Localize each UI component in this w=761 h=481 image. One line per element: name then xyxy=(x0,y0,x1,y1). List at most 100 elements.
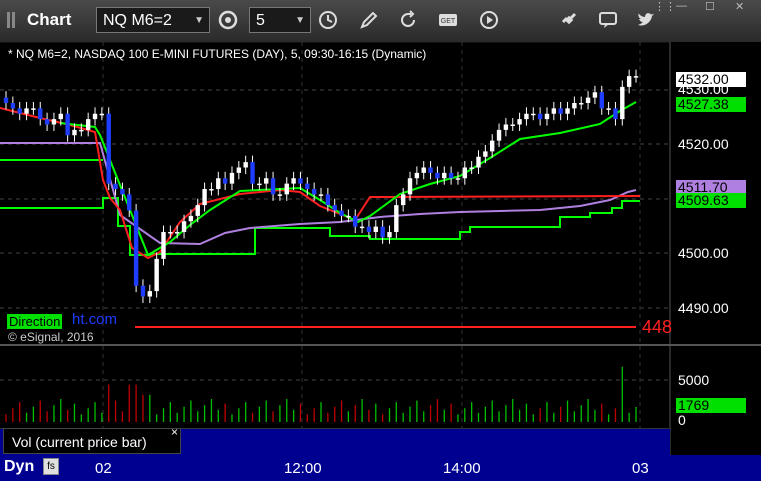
candle-body xyxy=(448,172,454,179)
symbol-combobox[interactable]: NQ M6=2 ▼ xyxy=(96,7,210,33)
link-icon[interactable] xyxy=(557,8,581,32)
candle-body xyxy=(195,205,200,216)
candle-body xyxy=(394,205,399,232)
candle-body xyxy=(633,76,639,78)
candle-body xyxy=(496,129,502,141)
toolbar: Chart NQ M6=2 ▼ 5 ▼ GET ⋮⋮ — ☐ ✕ xyxy=(0,0,761,43)
candle-body xyxy=(216,178,221,189)
candle-body xyxy=(229,172,235,184)
candle-body xyxy=(305,183,310,189)
minimize-icon[interactable]: — xyxy=(676,0,687,14)
candle-body xyxy=(264,178,269,184)
candle-body xyxy=(407,178,413,195)
price-axis-label: 4520.00 xyxy=(678,136,729,152)
close-icon[interactable]: × xyxy=(171,425,178,439)
candle-body xyxy=(120,189,125,195)
comment-icon[interactable] xyxy=(596,8,620,32)
candle-body xyxy=(366,226,372,232)
maximize-icon[interactable]: ☐ xyxy=(705,0,715,14)
candle-body xyxy=(613,108,618,120)
candle-body xyxy=(133,210,139,286)
candle-body xyxy=(17,108,22,114)
candle-body xyxy=(592,92,598,98)
volume-panel-label[interactable]: Vol (current price bar) xyxy=(3,428,181,454)
candle-body xyxy=(476,156,481,168)
candle-body xyxy=(127,194,132,211)
time-axis-label: 14:00 xyxy=(443,460,481,477)
candle-body xyxy=(181,221,187,232)
candle-body xyxy=(318,194,324,196)
candle-body xyxy=(154,258,159,292)
candle-body xyxy=(469,167,474,169)
time-axis-label: 02 xyxy=(95,460,112,477)
candle-body xyxy=(359,226,365,229)
interval-combobox[interactable]: 5 ▼ xyxy=(249,7,311,33)
price-chart[interactable] xyxy=(0,42,761,481)
candle-body xyxy=(537,113,543,120)
candle-body xyxy=(99,113,105,116)
green-ma-price-label: 4527.38 xyxy=(676,97,746,112)
candle-body xyxy=(380,226,385,238)
candle-body xyxy=(85,119,91,130)
candle-body xyxy=(243,162,248,168)
interval-value: 5 xyxy=(256,12,265,29)
candle-body xyxy=(147,291,153,297)
candle-body xyxy=(79,129,84,132)
close-icon[interactable]: ✕ xyxy=(735,0,744,14)
candle-body xyxy=(558,108,563,114)
green-stop-price-label: 4509.63 xyxy=(676,193,746,208)
candle-body xyxy=(65,113,70,136)
fs-icon[interactable]: fs xyxy=(43,458,59,475)
settings-icon[interactable] xyxy=(216,8,240,32)
direction-badge[interactable]: Direction xyxy=(7,314,63,329)
clock-icon[interactable] xyxy=(316,8,340,32)
candle-body xyxy=(161,232,166,259)
candle-body xyxy=(38,108,43,120)
volume-axis-label: 0 xyxy=(678,412,686,428)
red-ma-line xyxy=(0,107,641,260)
time-axis-label: 12:00 xyxy=(284,460,322,477)
candle-body xyxy=(72,129,77,136)
candle-body xyxy=(572,103,577,109)
candle-body xyxy=(435,172,440,179)
candles-group xyxy=(3,69,639,303)
candle-body xyxy=(24,108,29,114)
candle-body xyxy=(284,183,289,195)
dyn-label[interactable]: Dyn xyxy=(4,458,34,476)
candle-body xyxy=(353,215,358,227)
pencil-icon[interactable] xyxy=(357,8,381,32)
candle-body xyxy=(106,113,111,184)
candle-body xyxy=(626,76,632,87)
candle-body xyxy=(489,140,495,152)
refresh-icon[interactable] xyxy=(396,8,420,32)
candle-body xyxy=(209,189,214,191)
candle-body xyxy=(174,232,180,234)
candle-body xyxy=(510,124,515,126)
play-icon[interactable] xyxy=(477,8,501,32)
chart-subtitle: * NQ M6=2, NASDAQ 100 E-MINI FUTURES (DA… xyxy=(8,47,427,61)
candle-body xyxy=(565,108,570,114)
volume-axis-label: 5000 xyxy=(678,372,710,388)
grip-window-icon[interactable]: ⋮⋮ xyxy=(654,0,676,14)
candle-body xyxy=(51,119,57,125)
grip-icon[interactable] xyxy=(6,11,20,29)
get-icon[interactable]: GET xyxy=(436,8,460,32)
candle-body xyxy=(483,151,488,157)
candle-body xyxy=(44,119,50,125)
candle-body xyxy=(620,86,625,120)
candle-body xyxy=(462,167,468,179)
candle-body xyxy=(373,226,378,232)
copyright-text: © eSignal, 2016 xyxy=(8,330,94,344)
candle-body xyxy=(455,178,461,180)
candle-body xyxy=(31,108,36,110)
candle-body xyxy=(544,113,550,120)
green-ma-line xyxy=(59,101,637,257)
candle-body xyxy=(442,172,447,179)
candle-body xyxy=(414,172,420,179)
candle-body xyxy=(222,178,228,184)
candle-body xyxy=(298,178,303,184)
red-level-label: 448 xyxy=(642,317,673,337)
chevron-down-icon: ▼ xyxy=(295,15,305,26)
candle-body xyxy=(3,97,9,103)
candle-body xyxy=(236,167,242,173)
